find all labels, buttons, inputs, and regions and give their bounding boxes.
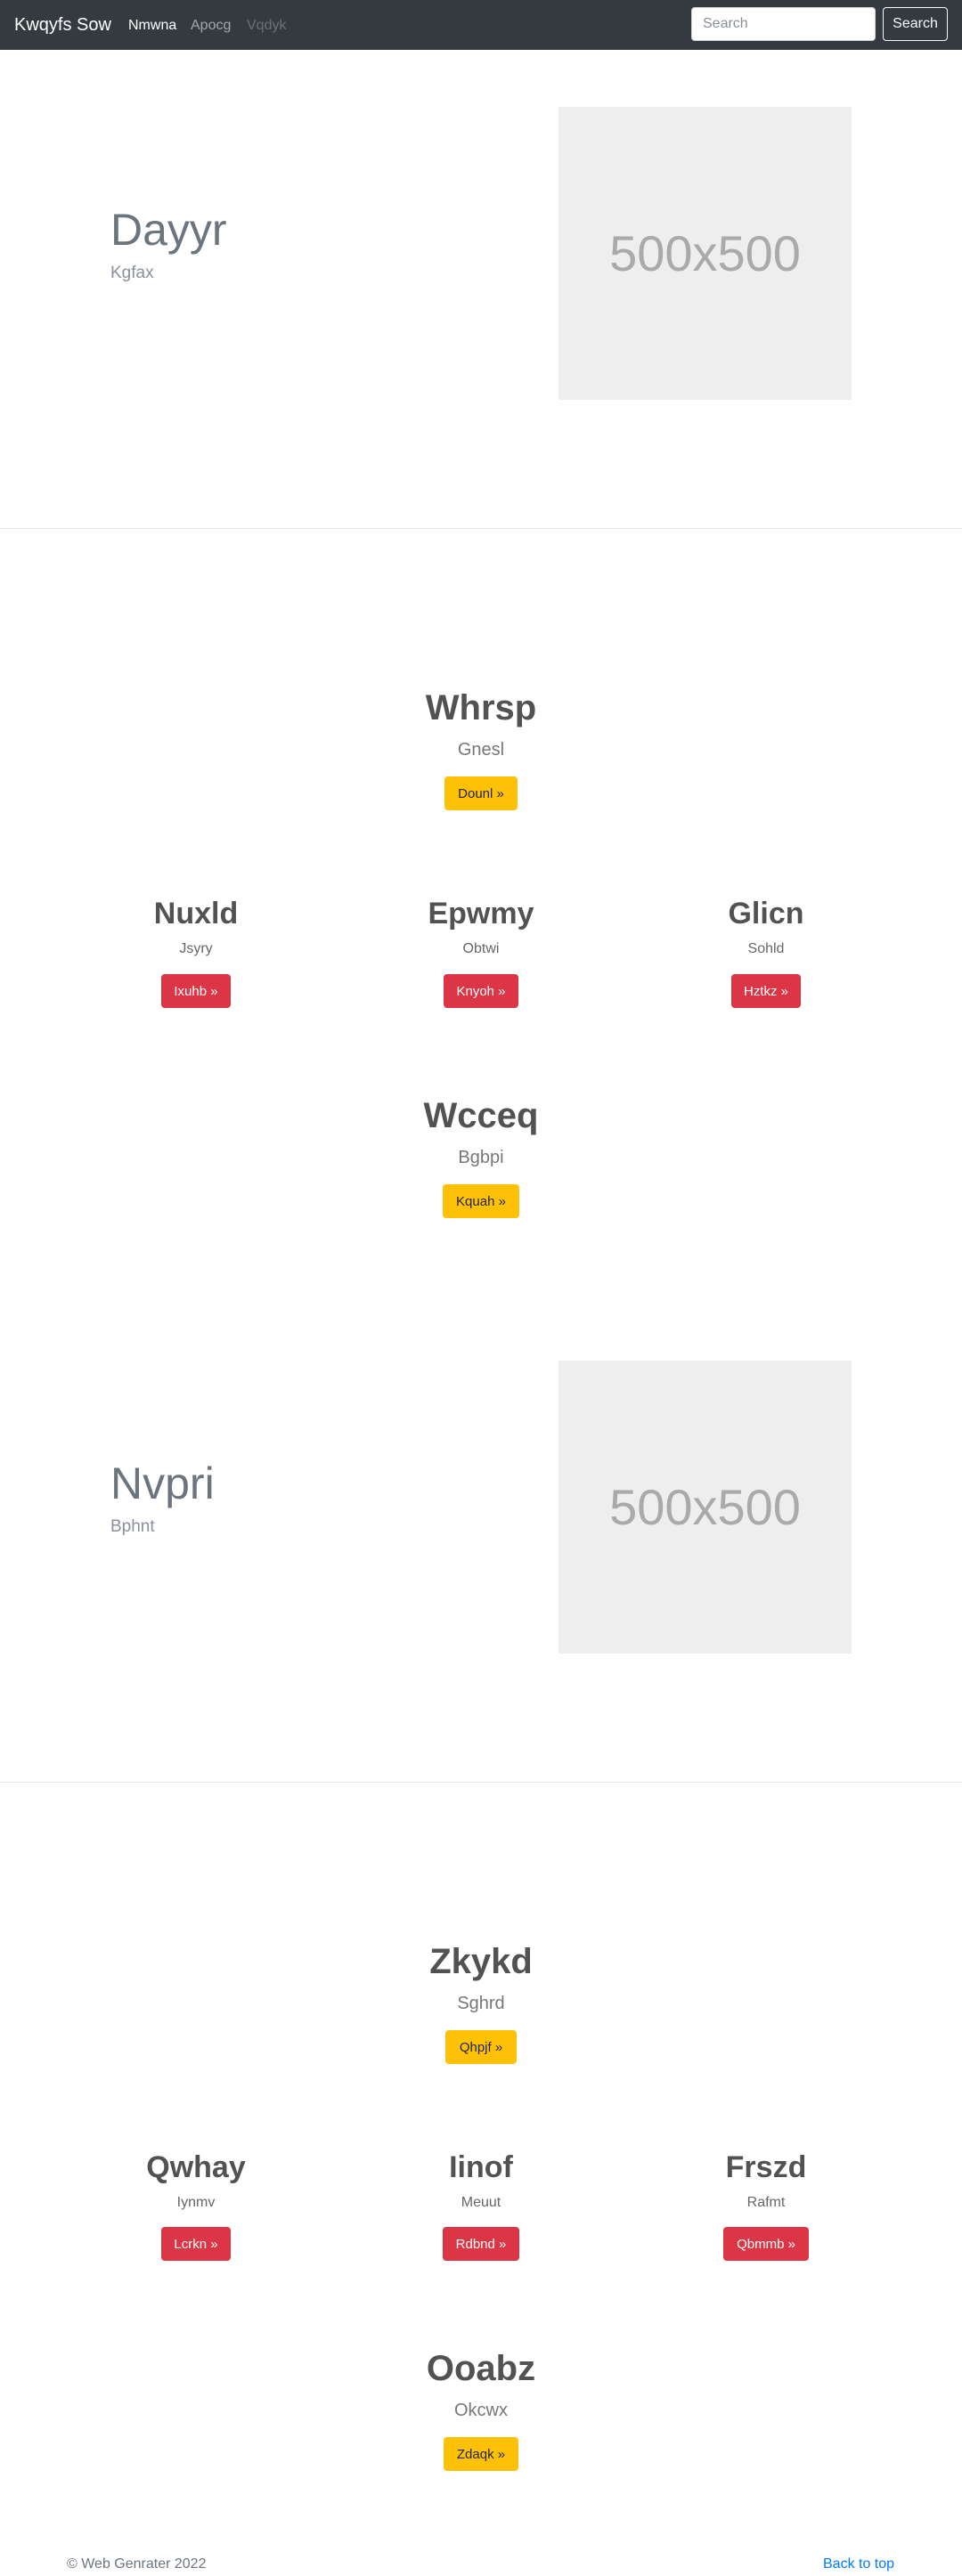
column-button[interactable]: Rdbnd » (443, 2227, 519, 2261)
column-subtitle: Obtwi (462, 941, 500, 956)
feature-title: Ooabz (426, 2349, 536, 2388)
hero-title: Dayyr (110, 205, 227, 255)
column-title: Iinof (449, 2150, 513, 2184)
column-button[interactable]: Knyoh » (444, 974, 518, 1008)
navbar: Kwqyfs Sow Nmwna Apocg Vqdyk Search (0, 0, 962, 50)
column-subtitle: Meuut (461, 2195, 501, 2210)
column-subtitle: Sohld (747, 941, 785, 956)
footer-copyright: © Web Genrater 2022 (67, 2556, 207, 2572)
feature-title: Zkykd (429, 1942, 533, 1981)
column-button[interactable]: Lcrkn » (161, 2227, 231, 2261)
column-title: Qwhay (146, 2150, 246, 2184)
image-size-label: 500x500 (609, 225, 801, 281)
nav-link-vqdyk[interactable]: Vqdyk (247, 17, 286, 35)
feature-title: Wcceq (423, 1096, 539, 1135)
nav-link-apocg[interactable]: Apocg (191, 17, 231, 35)
feature-button[interactable]: Qhpjf » (445, 2030, 517, 2064)
column-button[interactable]: Hztkz » (731, 974, 801, 1008)
column-subtitle: Iynmv (176, 2195, 216, 2210)
column-title: Glicn (728, 897, 804, 930)
feature-subtitle: Sghrd (457, 1994, 505, 2013)
section-divider (0, 1782, 962, 1783)
feature-button[interactable]: Kquah » (443, 1184, 519, 1218)
search-input[interactable] (691, 7, 876, 41)
hero-subtitle: Kgfax (110, 264, 154, 282)
nav-link-nmwna[interactable]: Nmwna (128, 17, 176, 35)
feature-subtitle: Gnesl (457, 740, 505, 760)
feature-button[interactable]: Zdaqk » (444, 2437, 518, 2471)
column-title: Epwmy (428, 897, 534, 930)
section-divider (0, 528, 962, 529)
hero-image-placeholder: 500x500 (558, 107, 852, 400)
hero-subtitle: Bphnt (110, 1517, 155, 1536)
image-size-label: 500x500 (609, 1479, 801, 1535)
column-button[interactable]: Qbmmb » (723, 2227, 809, 2261)
back-to-top-link[interactable]: Back to top (823, 2556, 894, 2573)
column-title: Nuxld (153, 897, 239, 930)
hero-title: Nvpri (110, 1459, 215, 1508)
feature-subtitle: Okcwx (454, 2401, 508, 2420)
search-button[interactable]: Search (883, 7, 948, 41)
column-button[interactable]: Ixuhb » (161, 974, 231, 1008)
feature-button[interactable]: Dounl » (444, 776, 518, 810)
feature-title: Whrsp (425, 688, 537, 727)
hero-image-placeholder: 500x500 (558, 1361, 852, 1654)
brand-link[interactable]: Kwqyfs Sow (14, 13, 111, 37)
feature-subtitle: Bgbpi (458, 1148, 504, 1167)
column-subtitle: Rafmt (746, 2195, 786, 2210)
column-title: Frszd (725, 2150, 807, 2184)
column-subtitle: Jsyry (179, 941, 213, 956)
